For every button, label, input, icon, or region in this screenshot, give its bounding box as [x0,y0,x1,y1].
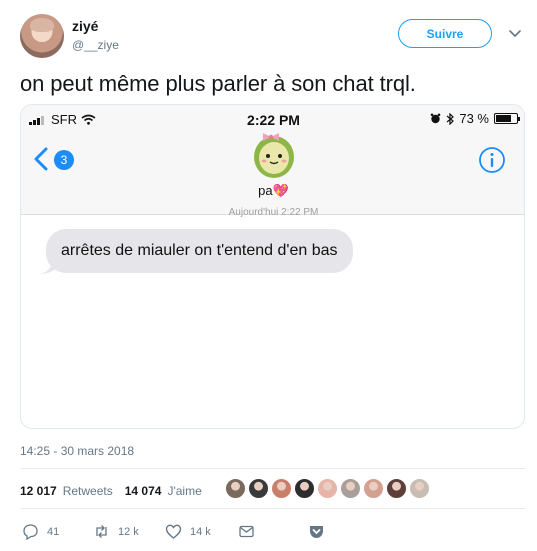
reply-count: 41 [47,525,60,538]
like-count: 14 k [190,525,211,538]
liker-avatars [225,478,430,499]
bluetooth-icon [446,112,455,125]
liker-avatar[interactable] [386,478,407,499]
contact-name-text: pa [258,183,273,198]
avocado-avatar-icon [254,133,294,178]
author-display-name[interactable]: ziyé [72,18,98,34]
contact-name[interactable]: pa💖 [21,183,524,199]
liker-avatar[interactable] [363,478,384,499]
alarm-icon [431,113,441,124]
message-bubble: arrêtes de miauler on t'entend d'en bas [46,229,353,273]
retweets-label[interactable]: Retweets [63,484,113,498]
bubble-tail [41,257,57,274]
author-handle[interactable]: @__ziye [72,38,119,52]
back-chevron-icon[interactable] [33,147,49,171]
save-pocket-button[interactable] [308,523,325,540]
heart-icon [165,524,182,539]
liker-avatar[interactable] [294,478,315,499]
tweet-text: on peut même plus parler à son chat trql… [20,71,416,96]
pocket-icon [310,526,323,538]
liker-avatar[interactable] [248,478,269,499]
follow-button[interactable]: Suivre [398,19,492,48]
message-timestamp: Aujourd'hui 2:22 PM [228,207,319,218]
envelope-icon [239,525,254,538]
retweet-icon [96,525,107,538]
liker-avatar[interactable] [317,478,338,499]
battery-percent: 73 % [459,111,489,126]
liker-avatar[interactable] [225,478,246,499]
battery-icon [494,113,520,124]
retweet-button[interactable]: 12 k [93,523,165,540]
retweets-count[interactable]: 12 017 [20,484,57,498]
divider [20,468,525,469]
liker-avatar[interactable] [340,478,361,499]
author-avatar[interactable] [20,14,64,58]
reply-icon [23,524,38,540]
likes-count[interactable]: 14 074 [125,484,162,498]
liker-avatar[interactable] [271,478,292,499]
heart-emoji: 💖 [272,183,289,198]
unread-count-badge[interactable]: 3 [54,150,74,170]
like-button[interactable]: 14 k [165,523,238,540]
tweet-datetime[interactable]: 14:25 - 30 mars 2018 [20,444,134,458]
tweet-media-card[interactable]: SFR 2:22 PM 73 % 3 pa💖 Aujourd'hui 2:22 … [20,104,525,429]
tweet-actions: 41 12 k 14 k [22,523,325,540]
status-bar-right: 73 % [430,111,520,126]
likes-label[interactable]: J'aime [167,484,201,498]
liker-avatar[interactable] [409,478,430,499]
chevron-down-icon[interactable] [509,29,521,39]
engagement-stats: 12 017 Retweets 14 074 J'aime [20,484,208,498]
retweet-count: 12 k [118,525,139,538]
imessage-header: SFR 2:22 PM 73 % 3 pa💖 Aujourd'hui 2:22 … [21,105,524,218]
reply-button[interactable]: 41 [22,523,93,540]
direct-message-button[interactable] [238,523,308,540]
info-icon[interactable] [478,146,506,174]
divider [20,508,525,509]
